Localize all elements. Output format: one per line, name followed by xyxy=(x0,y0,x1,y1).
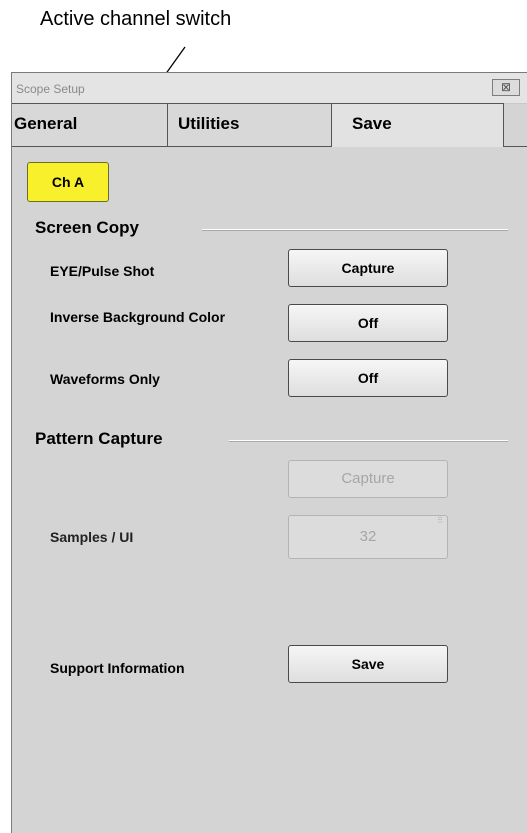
pattern-capture-heading: Pattern Capture xyxy=(35,429,163,448)
waveforms-only-toggle[interactable]: Off xyxy=(288,359,448,397)
spinner-grip-icon: ⠿ xyxy=(437,516,443,525)
tab-save[interactable]: Save xyxy=(332,103,504,149)
pattern-capture-divider xyxy=(229,440,508,442)
tab-utilities[interactable]: Utilities xyxy=(168,103,332,146)
support-information-label: Support Information xyxy=(50,660,185,676)
close-button[interactable]: ⊠ xyxy=(492,79,520,96)
pattern-capture-button[interactable]: Capture xyxy=(288,460,448,498)
eye-pulse-capture-button[interactable]: Capture xyxy=(288,249,448,287)
support-save-button[interactable]: Save xyxy=(288,645,448,683)
tab-general[interactable]: General xyxy=(12,103,168,146)
screen-copy-heading: Screen Copy xyxy=(35,218,139,237)
close-icon: ⊠ xyxy=(500,80,512,94)
eye-pulse-shot-label: EYE/Pulse Shot xyxy=(50,263,155,279)
inverse-background-toggle[interactable]: Off xyxy=(288,304,448,342)
title-bar: Scope Setup ⊠ xyxy=(12,73,527,104)
screen-copy-divider xyxy=(202,229,508,231)
window-title: Scope Setup xyxy=(16,82,85,96)
callout-text: Active channel switch xyxy=(40,8,232,30)
active-channel-switch[interactable]: Ch A xyxy=(27,162,109,202)
tab-bar: General Utilities Save xyxy=(12,103,504,149)
samples-per-ui-value: 32 xyxy=(359,528,377,545)
waveforms-only-label: Waveforms Only xyxy=(50,371,160,387)
samples-per-ui-label: Samples / UI xyxy=(50,529,134,545)
save-tab-panel xyxy=(12,147,527,833)
inverse-background-label: Inverse Background Color xyxy=(50,309,226,325)
samples-per-ui-spinbox[interactable]: 32 ⠿ xyxy=(288,515,448,559)
